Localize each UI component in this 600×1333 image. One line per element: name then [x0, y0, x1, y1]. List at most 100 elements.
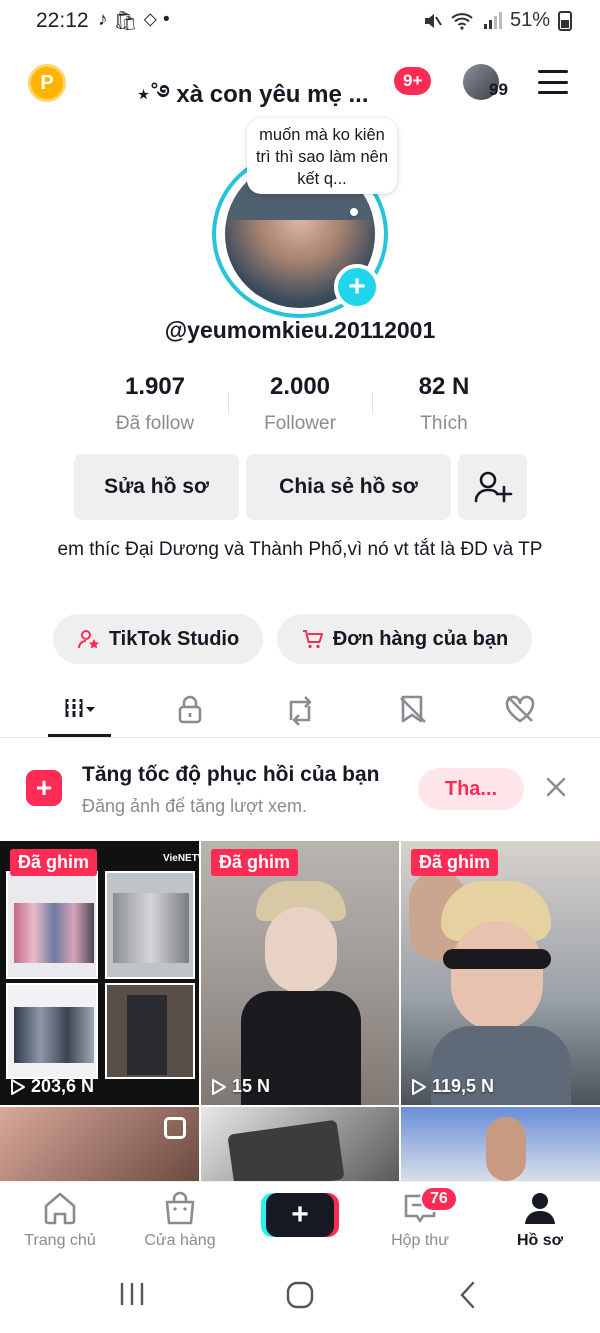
status-time: 22:12	[36, 9, 89, 32]
mute-icon	[424, 13, 442, 28]
add-story-button[interactable]: +	[334, 264, 380, 310]
bottom-nav: Trang chủ Cửa hàng + Hộp thư 76 Hồ sơ	[0, 1181, 600, 1257]
tab-reposts[interactable]	[270, 684, 330, 734]
account-notification-badge[interactable]: 9+	[394, 67, 432, 95]
stat-following-label: Đã follow	[115, 413, 195, 434]
studio-icon	[77, 630, 99, 649]
profile-note-bubble[interactable]: muốn mà ko kiên trì thì sao làm nên kết …	[247, 118, 397, 194]
stat-likes[interactable]: 82 N Thích	[369, 373, 519, 435]
create-button[interactable]: +	[266, 1193, 334, 1237]
friends-count: 99	[489, 80, 508, 99]
home-icon	[44, 1192, 76, 1225]
thumbnail-watermark: VieNETWORK	[163, 853, 199, 864]
orders-label: Đơn hàng của bạn	[332, 627, 509, 650]
pinned-badge: Đã ghim	[211, 849, 299, 876]
tab-liked[interactable]	[490, 684, 550, 734]
stat-likes-label: Thích	[420, 413, 468, 434]
shop-bag-icon	[165, 1191, 195, 1225]
photo-post-icon	[164, 1117, 186, 1139]
pinned-badge: Đã ghim	[411, 849, 499, 876]
nav-shop[interactable]: Cửa hàng	[120, 1190, 240, 1250]
tiktok-studio-button[interactable]: TikTok Studio	[53, 614, 263, 664]
nav-shop-label: Cửa hàng	[144, 1232, 216, 1249]
close-icon[interactable]	[543, 774, 569, 800]
tab-videos[interactable]	[50, 684, 110, 734]
thumbnail-face	[451, 921, 543, 1031]
wifi-icon	[451, 12, 473, 30]
username: @yeumomkieu.20112001	[164, 317, 436, 343]
thumbnail-collage-panel	[105, 871, 195, 979]
view-count-value: 15 N	[232, 1076, 271, 1096]
view-count: 15 N	[211, 1076, 270, 1097]
tab-private[interactable]	[160, 684, 220, 734]
thumbnail-collage-panel	[105, 983, 195, 1079]
stat-following[interactable]: 1.907 Đã follow	[80, 373, 230, 435]
lock-icon	[178, 695, 202, 724]
play-icon	[212, 1078, 226, 1095]
cart-icon	[302, 630, 323, 649]
recent-apps-icon[interactable]	[118, 1281, 146, 1307]
stat-followers[interactable]: 2.000 Follower	[225, 373, 375, 435]
add-friend-icon	[474, 471, 512, 503]
tab-favorites[interactable]	[382, 684, 442, 734]
orders-button[interactable]: Đơn hàng của bạn	[277, 614, 532, 664]
promo-action-button[interactable]: Tha...	[418, 768, 524, 810]
play-icon	[11, 1078, 25, 1095]
stat-followers-value: 2.000	[269, 373, 331, 400]
tiktok-studio-label: TikTok Studio	[108, 627, 240, 650]
system-nav-bar	[0, 1257, 600, 1333]
add-friend-button[interactable]	[458, 454, 527, 520]
video-grid: Đã ghim VieNETWORK 203,6 N Đã ghim 15 N …	[0, 841, 600, 1181]
nav-profile[interactable]: Hồ sơ	[480, 1190, 600, 1250]
top-bar: P ⋆˚࿔ xà con yêu mẹ ... 9+ 99	[0, 56, 600, 108]
tiktok-notification-icon: ♪	[98, 9, 108, 30]
signal-icon	[483, 11, 502, 29]
edit-profile-button[interactable]: Sửa hồ sơ	[74, 454, 239, 520]
video-thumbnail[interactable]: Đã ghim VieNETWORK 203,6 N	[0, 841, 199, 1105]
thumbnail-sunglasses	[443, 949, 551, 969]
thumbnail-collage-panel	[6, 871, 98, 979]
app-notification-icon: ⬦	[143, 9, 157, 30]
status-bar: 22:12 ♪ 🛍 ⬦ • 51%	[0, 0, 600, 44]
video-thumbnail[interactable]	[401, 1107, 600, 1181]
video-thumbnail[interactable]	[201, 1107, 399, 1181]
videos-grid-icon	[65, 699, 95, 717]
repost-icon	[289, 696, 312, 726]
menu-icon[interactable]	[538, 70, 568, 94]
view-count-value: 119,5 N	[432, 1076, 495, 1096]
thumbnail-face	[265, 907, 337, 993]
view-count-value: 203,6 N	[31, 1076, 95, 1096]
nav-home[interactable]: Trang chủ	[0, 1190, 120, 1250]
video-thumbnail[interactable]: Đã ghim 15 N	[201, 841, 399, 1105]
back-icon[interactable]	[458, 1281, 478, 1309]
profile-tabs	[0, 684, 600, 738]
active-tab-indicator	[48, 734, 111, 737]
favorites-icon	[400, 695, 426, 723]
home-button-icon[interactable]	[285, 1280, 315, 1310]
stat-following-value: 1.907	[124, 373, 186, 400]
liked-icon	[505, 695, 535, 723]
thumbnail-collage-panel	[6, 983, 98, 1079]
nav-inbox-label: Hộp thư	[391, 1232, 449, 1249]
more-notifications-dot: •	[162, 9, 170, 30]
play-icon	[412, 1078, 426, 1095]
add-post-icon: +	[26, 770, 62, 806]
pinned-badge: Đã ghim	[10, 849, 98, 876]
video-thumbnail[interactable]	[0, 1107, 199, 1181]
promo-title: Tăng tốc độ phục hồi của bạn	[82, 763, 380, 786]
nav-home-label: Trang chủ	[24, 1232, 96, 1249]
battery-percent: 51%	[509, 9, 550, 31]
profile-bio: em thíc Đại Dương và Thành Phố,vì nó vt …	[57, 539, 543, 560]
video-thumbnail[interactable]: Đã ghim 119,5 N	[401, 841, 600, 1105]
coin-icon[interactable]: P	[28, 64, 66, 102]
profile-icon	[525, 1193, 555, 1224]
status-indicators: 51%	[422, 9, 572, 32]
promo-banner: + Tăng tốc độ phục hồi của bạn Đăng ảnh …	[0, 740, 600, 840]
shop-notification-icon: 🛍	[113, 11, 138, 32]
nav-profile-label: Hồ sơ	[516, 1232, 564, 1249]
inbox-badge: 76	[420, 1186, 458, 1212]
view-count: 119,5 N	[411, 1076, 494, 1097]
share-profile-button[interactable]: Chia sẻ hồ sơ	[246, 454, 451, 520]
thumbnail-face	[486, 1117, 526, 1181]
battery-icon	[558, 10, 572, 31]
